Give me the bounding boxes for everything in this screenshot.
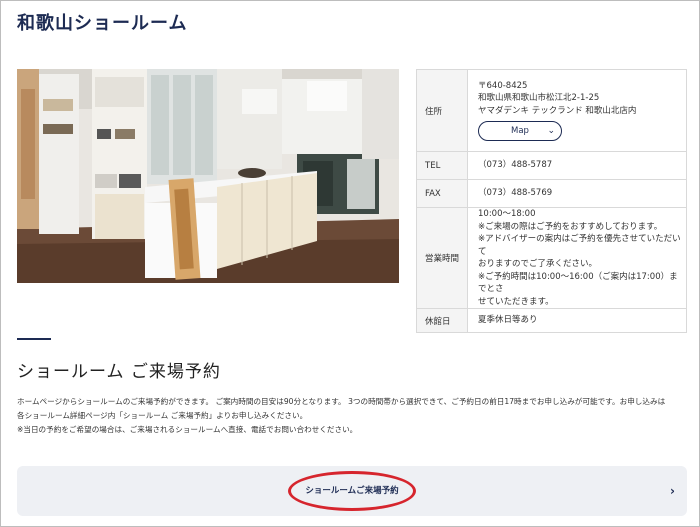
description-line: 各ショールーム詳細ページ内「ショールーム ご来場予約」よりお申し込みください。: [17, 411, 308, 420]
map-button[interactable]: Map ⌄: [478, 121, 562, 142]
fax-row: FAX （073）488-5769: [416, 179, 687, 208]
map-button-label: Map: [511, 126, 529, 137]
showroom-photo: [17, 69, 399, 283]
address-line: 和歌山県和歌山市松江北2-1-25: [478, 93, 600, 104]
fax-value: （073）488-5769: [467, 179, 687, 208]
description-line: ※当日の予約をご希望の場合は、ご来場されるショールームへ直接、電話でお問い合わせ…: [17, 425, 358, 434]
showroom-info-table: 住所 〒640-8425 和歌山県和歌山市松江北2-1-25 ヤマダデンキ テッ…: [416, 69, 687, 333]
reservation-button[interactable]: ショールームご来場予約 ›: [17, 466, 687, 516]
description-line: ホームページからショールームのご来場予約ができます。 ご案内時間の目安は90分と…: [17, 397, 666, 406]
tel-value[interactable]: （073）488-5787: [467, 151, 687, 180]
chevron-right-icon: ›: [670, 484, 675, 498]
hours-line: ※ご予約時間は10:00～16:00（ご案内は17:00）までとさ: [478, 271, 678, 295]
closed-value: 夏季休日等あり: [467, 308, 687, 333]
tel-label: TEL: [416, 151, 468, 180]
page-title: 和歌山ショールーム: [17, 13, 188, 34]
hours-row: 営業時間 10:00～18:00 ※ご来場の際はご予約をおすすめしております。 …: [416, 207, 687, 309]
hours-line: ※ご来場の際はご予約をおすすめしております。: [478, 221, 663, 232]
address-row: 住所 〒640-8425 和歌山県和歌山市松江北2-1-25 ヤマダデンキ テッ…: [416, 69, 687, 152]
reservation-button-label: ショールームご来場予約: [305, 486, 399, 496]
hours-line: ※アドバイザーの案内はご予約を優先させていただいて: [478, 234, 681, 257]
hours-line: 10:00～18:00: [478, 209, 536, 219]
store-name: ヤマダデンキ テックランド 和歌山北店内: [478, 105, 637, 116]
tel-row: TEL （073）488-5787: [416, 151, 687, 180]
fax-label: FAX: [416, 179, 468, 208]
closed-row: 休館日 夏季休日等あり: [416, 308, 687, 333]
reservation-description: ホームページからショールームのご来場予約ができます。 ご案内時間の目安は90分と…: [17, 395, 687, 437]
address-value: 〒640-8425 和歌山県和歌山市松江北2-1-25 ヤマダデンキ テックラン…: [467, 69, 687, 152]
closed-label: 休館日: [416, 308, 468, 333]
hours-value: 10:00～18:00 ※ご来場の際はご予約をおすすめしております。 ※アドバイ…: [467, 207, 687, 309]
postal-code: 〒640-8425: [478, 80, 528, 91]
address-label: 住所: [416, 69, 468, 152]
section-divider: [17, 338, 51, 340]
reservation-heading: ショールーム ご来場予約: [17, 362, 221, 382]
hours-line: せていただきます。: [478, 296, 554, 307]
hours-label: 営業時間: [416, 207, 468, 309]
chevron-down-icon: ⌄: [547, 126, 555, 137]
page-frame: 和歌山ショールーム 住所 〒640-8425 和歌山県和歌山市松江北2-1-25…: [0, 0, 700, 527]
hours-line: おりますのでご了承ください。: [478, 259, 598, 269]
